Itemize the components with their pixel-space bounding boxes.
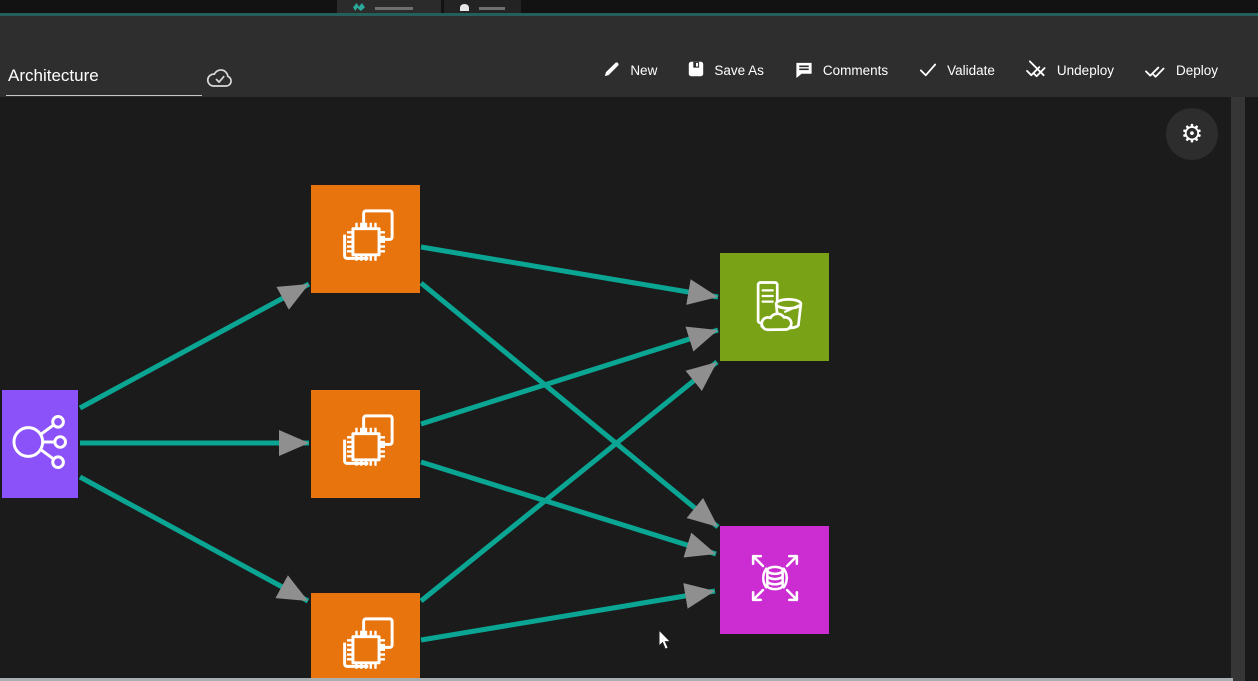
mouse-cursor: [658, 630, 674, 656]
double-check-icon: [1144, 59, 1167, 82]
database-scale-icon: [740, 543, 810, 618]
cloud-check-icon: [205, 66, 235, 96]
undeploy-label: Undeploy: [1057, 63, 1114, 78]
cutoff-tab-label: [375, 7, 413, 10]
architecture-title-input[interactable]: [6, 66, 202, 96]
load-balancer-icon: [6, 408, 74, 481]
node-compute-1[interactable]: [311, 185, 420, 293]
save-floppy-icon: [687, 60, 705, 81]
comments-label: Comments: [823, 63, 888, 78]
check-icon: [918, 60, 938, 81]
workspace-teal-icon: [353, 3, 365, 11]
edge-load-balancer-to-compute-1[interactable]: [80, 284, 309, 408]
diagram-canvas[interactable]: ⚙: [0, 97, 1231, 681]
edge-compute-2-to-storage[interactable]: [421, 330, 718, 424]
edge-load-balancer-to-compute-3[interactable]: [80, 477, 308, 601]
new-label: New: [630, 63, 657, 78]
deploy-label: Deploy: [1176, 63, 1218, 78]
ec2-instances-icon: [328, 404, 404, 485]
edge-compute-2-to-database[interactable]: [421, 462, 716, 554]
partial-tab-1[interactable]: [337, 0, 441, 13]
toolbar: New Save As Comments: [602, 59, 1218, 82]
node-compute-3[interactable]: [311, 593, 420, 681]
edge-compute-1-to-database[interactable]: [421, 283, 718, 527]
ec2-instances-icon: [328, 199, 404, 280]
storage-bucket-icon: [739, 269, 811, 346]
node-load-balancer[interactable]: [2, 390, 78, 498]
validate-button[interactable]: Validate: [918, 60, 995, 81]
node-compute-2[interactable]: [311, 390, 420, 498]
ec2-instances-icon: [328, 607, 404, 681]
deploy-button[interactable]: Deploy: [1144, 59, 1218, 82]
pencil-icon: [602, 60, 621, 82]
partial-tab-2[interactable]: [444, 0, 521, 13]
top-tab-strip: [0, 0, 1258, 13]
save-as-button[interactable]: Save As: [687, 60, 764, 81]
vertical-scrollbar[interactable]: [1231, 97, 1245, 681]
double-check-slash-icon: [1025, 59, 1048, 82]
edge-compute-1-to-storage[interactable]: [421, 247, 718, 297]
comments-button[interactable]: Comments: [794, 60, 888, 82]
edge-compute-3-to-storage[interactable]: [421, 362, 717, 601]
edge-layer: [0, 97, 1231, 681]
gear-icon: ⚙: [1181, 119, 1203, 148]
comment-bubble-icon: [794, 60, 814, 82]
settings-button[interactable]: ⚙: [1166, 108, 1218, 160]
header-bar: New Save As Comments: [0, 16, 1258, 97]
new-button[interactable]: New: [602, 60, 657, 82]
save-as-label: Save As: [714, 63, 764, 78]
undeploy-button[interactable]: Undeploy: [1025, 59, 1114, 82]
clock-circle-icon: [460, 4, 469, 11]
node-storage[interactable]: [720, 253, 829, 361]
node-database[interactable]: [720, 526, 829, 634]
cutoff-tab-label: [479, 7, 505, 10]
validate-label: Validate: [947, 63, 995, 78]
